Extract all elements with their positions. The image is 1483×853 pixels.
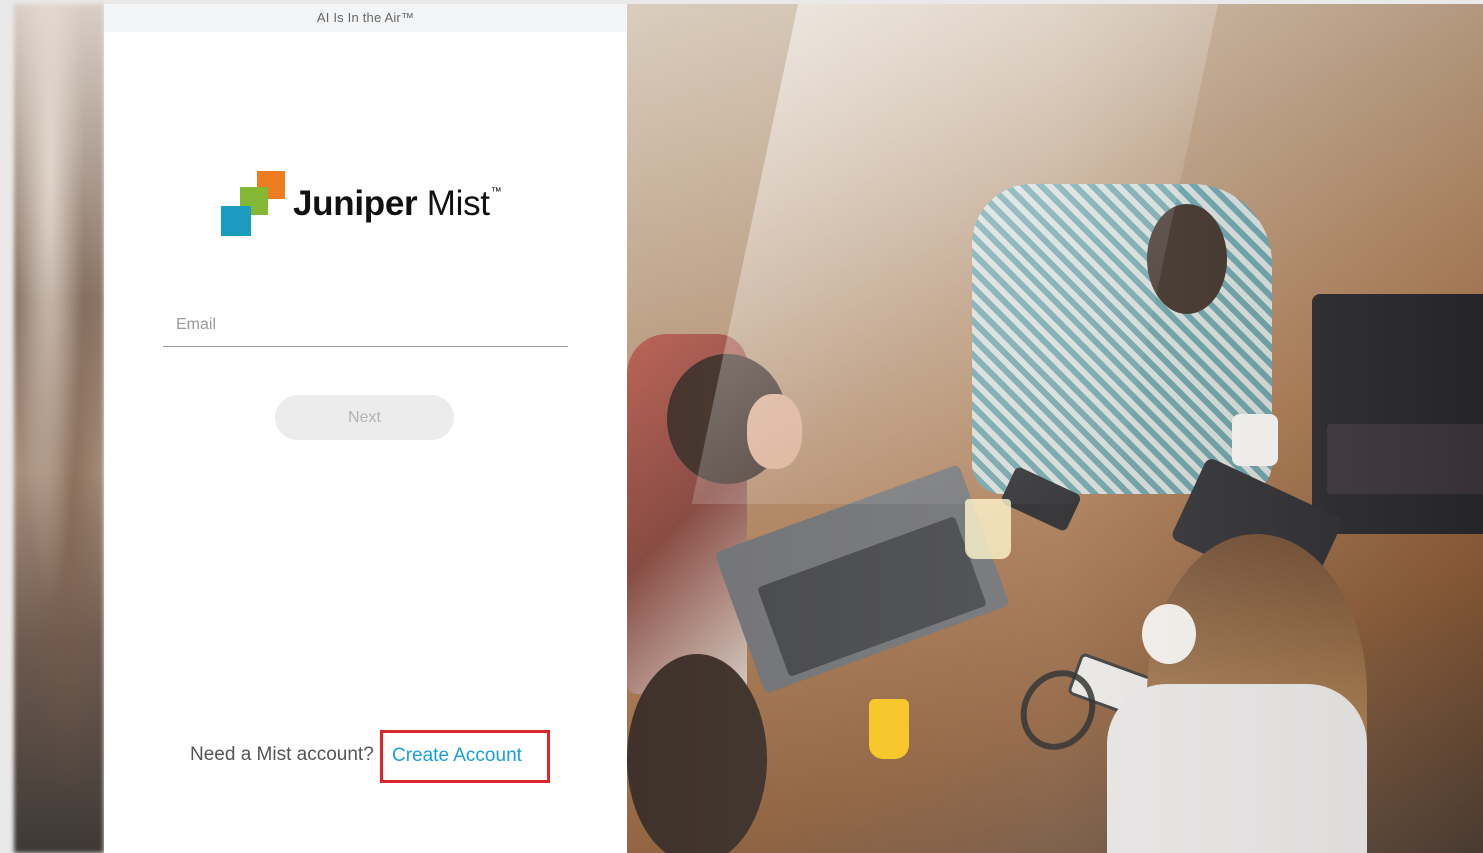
email-field[interactable] — [163, 304, 568, 347]
juniper-mist-logo: Juniper Mist™ — [221, 170, 521, 240]
photo-haze — [627, 4, 1483, 853]
login-panel: AI Is In the Air™ Juniper Mist™ Next Nee… — [104, 4, 627, 853]
logo-brand-bold: Juniper — [293, 184, 418, 223]
signup-prompt: Need a Mist account? — [190, 744, 374, 765]
login-page: AI Is In the Air™ Juniper Mist™ Next Nee… — [0, 0, 1483, 853]
logo-mark-icon — [221, 170, 287, 236]
background-photo — [627, 4, 1483, 853]
next-button[interactable]: Next — [275, 395, 454, 440]
background-blur-strip — [14, 4, 104, 853]
logo-wordmark: Juniper Mist™ — [293, 184, 502, 224]
tagline: AI Is In the Air™ — [104, 4, 627, 32]
logo-square-teal — [221, 206, 251, 236]
logo-brand-regular: Mist — [426, 184, 490, 223]
highlight-box — [380, 730, 550, 783]
logo-trademark: ™ — [490, 186, 502, 198]
